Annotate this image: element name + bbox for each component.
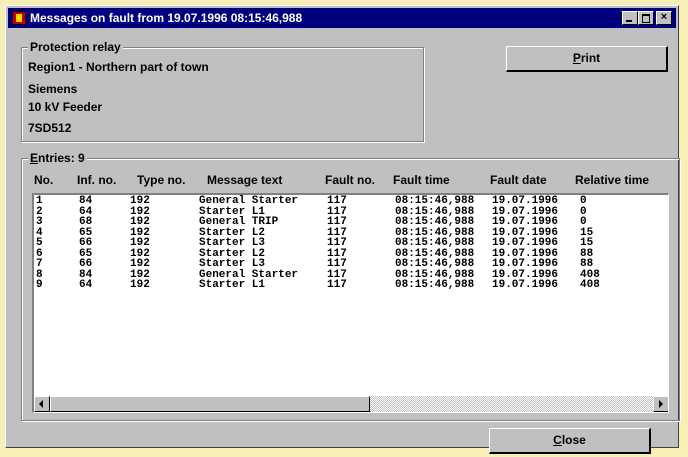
table-row[interactable]: 8 84 192 General Starter 117 08:15:46,988 19.0… xyxy=(34,269,664,281)
entries-listbox[interactable]: 1 84 192 General Starter 117 08:15:46,988 19.0… xyxy=(32,193,669,413)
relay-device-type: 7SD512 xyxy=(28,121,72,135)
print-button[interactable]: Print xyxy=(506,46,668,72)
column-header-relative-time: Relative time xyxy=(575,173,650,187)
cell-fault-time: 08:15:46,988 xyxy=(395,279,475,291)
title-bar[interactable]: Messages on fault from 19.07.1996 08:15:… xyxy=(8,8,676,28)
cell-fault-date: 19.07.1996 xyxy=(492,279,559,291)
table-row[interactable]: 5 66 192 Starter L3 117 08:15:46,988 19.07.199… xyxy=(34,238,664,249)
table-row[interactable]: 4 65 192 Starter L2 117 08:15:46,988 19.07.199… xyxy=(34,227,664,239)
cell-inf-no: 64 xyxy=(79,279,93,291)
table-row[interactable]: 1 84 192 General Starter 117 08:15:46,988 19.0… xyxy=(34,196,664,207)
close-window-button[interactable]: × xyxy=(656,11,672,25)
close-button[interactable]: Close xyxy=(489,428,651,454)
entries-group: Entries: 9 No. Inf. no. Type no. Message… xyxy=(21,151,680,421)
column-header-type-no: Type no. xyxy=(137,173,186,187)
table-row[interactable]: 9 64 192 Starter L1 117 08:15:46,988 19.07.199… xyxy=(34,280,664,291)
window-title: Messages on fault from 19.07.1996 08:15:… xyxy=(30,11,303,25)
cell-fault-no: 117 xyxy=(327,279,347,291)
relay-manufacturer: Siemens xyxy=(28,82,78,96)
table-row[interactable]: 6 65 192 Starter L2 117 08:15:46,988 19.07.199… xyxy=(34,248,664,260)
scrollbar-thumb[interactable] xyxy=(50,396,370,412)
protection-relay-group: Protection relay Region1 - Northern part… xyxy=(21,40,424,142)
column-header-message-text: Message text xyxy=(207,173,283,187)
column-header-fault-no: Fault no. xyxy=(325,173,375,187)
scroll-right-button[interactable] xyxy=(653,396,668,412)
relay-region: Region1 - Northern part of town xyxy=(28,60,209,74)
column-header-fault-time: Fault time xyxy=(393,173,450,187)
table-row[interactable]: 3 68 192 General TRIP 117 08:15:46,988 19.07.1… xyxy=(34,217,664,228)
table-row[interactable]: 7 66 192 Starter L3 117 08:15:46,988 19.07.199… xyxy=(34,259,664,270)
column-header-no: No. xyxy=(34,173,54,187)
cell-no: 9 xyxy=(36,279,43,291)
fault-messages-window: Messages on fault from 19.07.1996 08:15:… xyxy=(5,5,680,454)
maximize-button[interactable] xyxy=(638,11,654,25)
column-header-fault-date: Fault date xyxy=(490,173,547,187)
relay-feeder: 10 kV Feeder xyxy=(28,100,103,114)
arrow-left-icon xyxy=(39,400,43,408)
table-row[interactable]: 2 64 192 Starter L1 117 08:15:46,988 19.07.199… xyxy=(34,206,664,218)
entries-label: Entries: 9 xyxy=(28,151,87,165)
protection-relay-label: Protection relay xyxy=(28,40,123,54)
minimize-button[interactable] xyxy=(622,11,638,25)
app-icon[interactable] xyxy=(12,11,26,25)
column-header-inf-no: Inf. no. xyxy=(77,173,117,187)
arrow-right-icon xyxy=(659,400,663,408)
cell-relative-time: 408 xyxy=(580,279,600,291)
scroll-left-button[interactable] xyxy=(34,396,50,412)
cell-message-text: Starter L1 xyxy=(199,279,266,291)
horizontal-scrollbar[interactable] xyxy=(34,396,668,412)
cell-type-no: 192 xyxy=(130,279,150,291)
